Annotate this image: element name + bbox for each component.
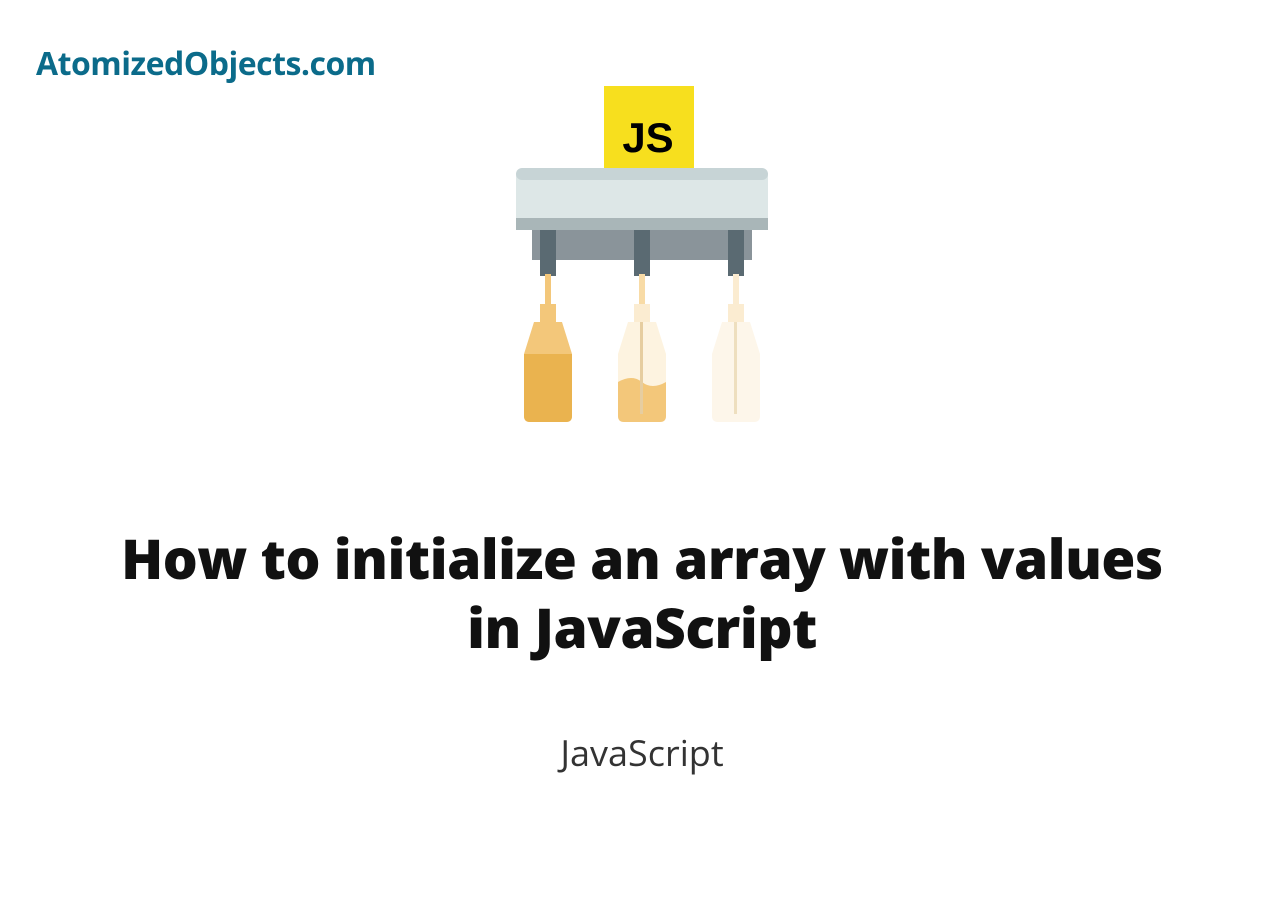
hero-illustration: JS xyxy=(492,86,792,426)
article-category: JavaScript xyxy=(0,728,1284,777)
factory-js-icon: JS xyxy=(492,86,792,426)
site-title[interactable]: AtomizedObjects.com xyxy=(36,42,376,85)
js-badge-text: JS xyxy=(622,114,673,161)
article-title: How to initialize an array with values i… xyxy=(0,525,1284,663)
